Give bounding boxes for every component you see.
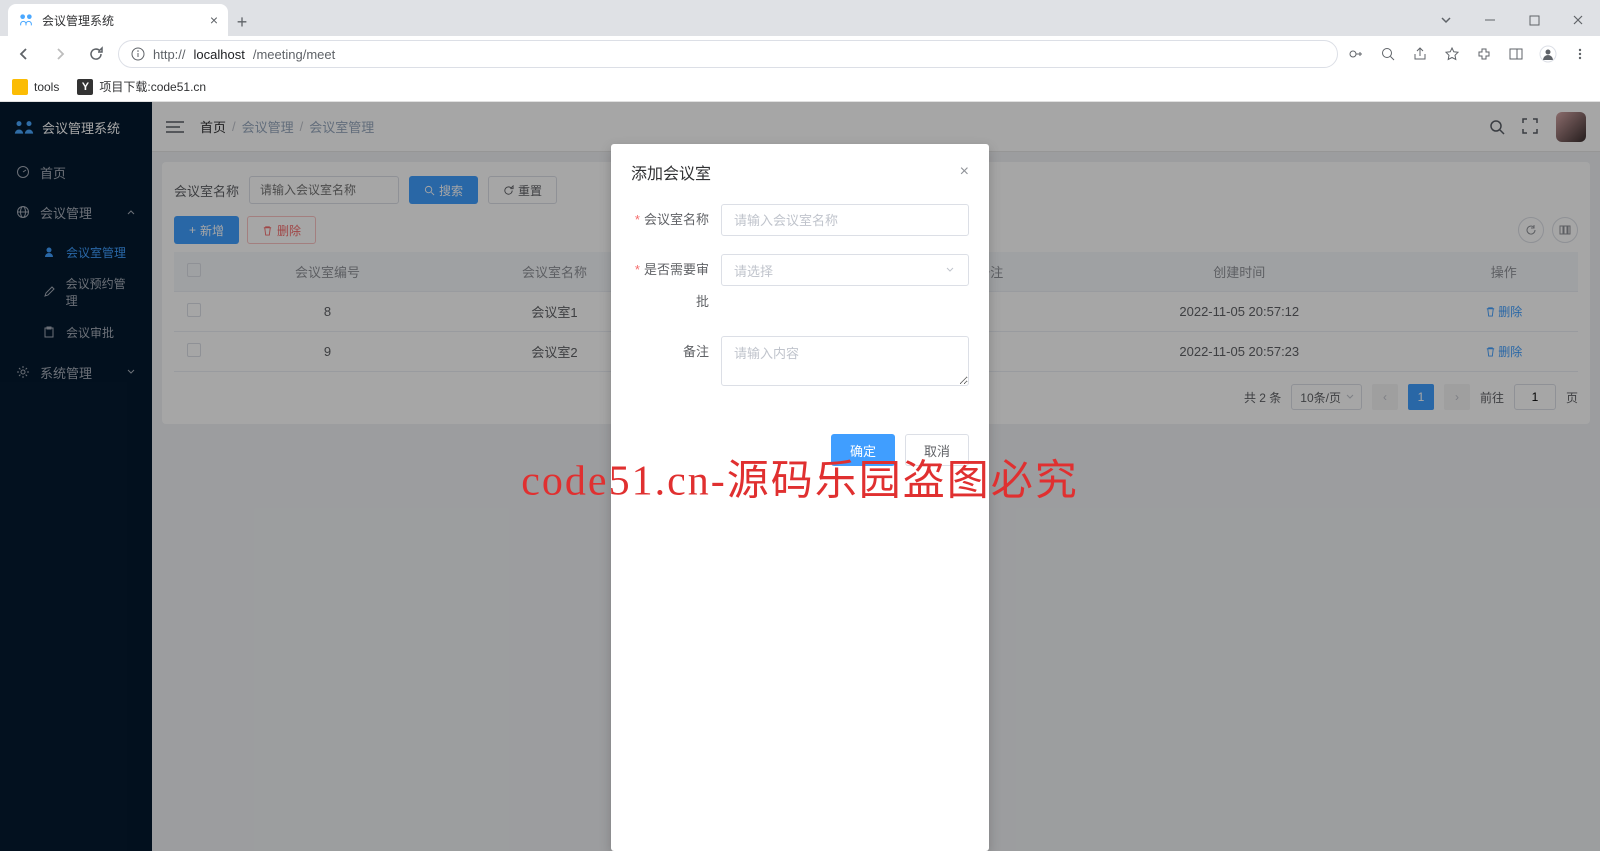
dialog-body: 会议室名称 是否需要审批 请选择 备注 — [611, 194, 989, 424]
tab-favicon-icon — [18, 12, 34, 28]
forward-button[interactable] — [46, 40, 74, 68]
back-button[interactable] — [10, 40, 38, 68]
address-bar: http:// localhost/meeting/meet — [0, 36, 1600, 72]
form-row-name: 会议室名称 — [631, 204, 969, 236]
window-maximize-icon[interactable] — [1512, 4, 1556, 36]
approval-select[interactable]: 请选择 — [721, 254, 969, 286]
tab-title: 会议管理系统 — [42, 12, 114, 29]
chevron-down-icon — [944, 264, 956, 276]
add-room-dialog: 添加会议室 × 会议室名称 是否需要审批 请选择 备注 — [611, 144, 989, 851]
zoom-icon[interactable] — [1378, 44, 1398, 64]
remark-textarea[interactable] — [721, 336, 969, 386]
form-row-remark: 备注 — [631, 336, 969, 386]
tab-strip: 会议管理系统 × + — [0, 0, 1600, 36]
remark-label: 备注 — [631, 336, 721, 368]
dialog-footer: 确定 取消 — [611, 424, 989, 486]
star-icon[interactable] — [1442, 44, 1462, 64]
select-placeholder: 请选择 — [734, 261, 773, 280]
key-icon[interactable] — [1346, 44, 1366, 64]
bookmark-tools[interactable]: tools — [12, 79, 59, 95]
share-icon[interactable] — [1410, 44, 1430, 64]
room-name-input[interactable] — [721, 204, 969, 236]
url-field[interactable]: http:// localhost/meeting/meet — [118, 40, 1338, 68]
dialog-title: 添加会议室 — [631, 160, 711, 184]
menu-icon[interactable] — [1570, 44, 1590, 64]
url-host: localhost — [194, 47, 245, 62]
info-icon — [131, 47, 145, 61]
side-panel-icon[interactable] — [1506, 44, 1526, 64]
confirm-button[interactable]: 确定 — [831, 434, 895, 466]
window-controls — [1424, 4, 1600, 36]
profile-icon[interactable] — [1538, 44, 1558, 64]
tab-close-icon[interactable]: × — [210, 12, 218, 28]
window-minimize-icon[interactable] — [1468, 4, 1512, 36]
browser-tab[interactable]: 会议管理系统 × — [8, 4, 228, 36]
url-scheme: http:// — [153, 47, 186, 62]
folder-icon — [12, 79, 28, 95]
approval-label: 是否需要审批 — [631, 254, 721, 318]
bookmark-favicon-icon: Y — [77, 79, 93, 95]
new-tab-button[interactable]: + — [228, 8, 256, 36]
bookmark-bar: tools Y 项目下载:code51.cn — [0, 72, 1600, 102]
url-path: /meeting/meet — [253, 47, 335, 62]
close-icon[interactable]: × — [960, 163, 969, 181]
bookmark-code51[interactable]: Y 项目下载:code51.cn — [77, 78, 206, 95]
bookmark-label: 项目下载:code51.cn — [99, 78, 206, 95]
dialog-header: 添加会议室 × — [611, 144, 989, 194]
browser-chrome: 会议管理系统 × + http:// localhost/meeting/meet — [0, 0, 1600, 102]
modal-mask[interactable]: 添加会议室 × 会议室名称 是否需要审批 请选择 备注 — [0, 102, 1600, 851]
form-row-approval: 是否需要审批 请选择 — [631, 254, 969, 318]
window-dropdown-icon[interactable] — [1424, 4, 1468, 36]
app-root: 会议管理系统 首页 会议管理 会议室管理 会议预约管理 会议审批 系统 — [0, 102, 1600, 851]
reload-button[interactable] — [82, 40, 110, 68]
name-label: 会议室名称 — [631, 204, 721, 236]
cancel-button[interactable]: 取消 — [905, 434, 969, 466]
extensions-icon[interactable] — [1474, 44, 1494, 64]
window-close-icon[interactable] — [1556, 4, 1600, 36]
bookmark-label: tools — [34, 80, 59, 94]
